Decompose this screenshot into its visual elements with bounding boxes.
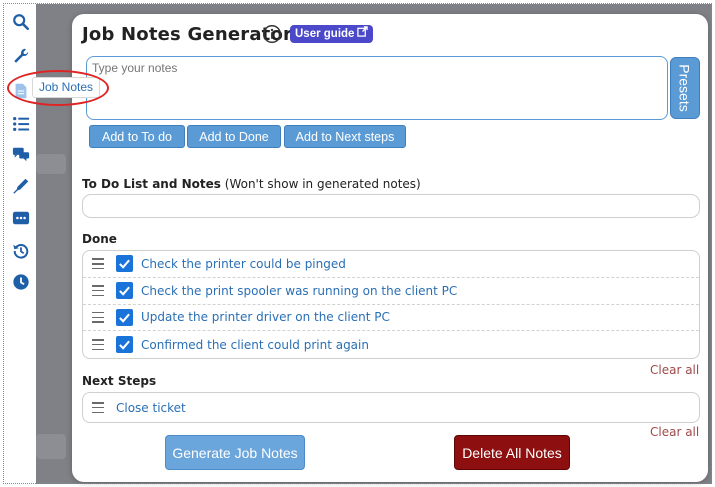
- more-icon[interactable]: [11, 208, 31, 228]
- notes-input[interactable]: [86, 56, 668, 120]
- checkbox-checked[interactable]: [116, 255, 133, 273]
- user-guide-button[interactable]: User guide: [290, 25, 374, 43]
- list-item[interactable]: Close ticket: [83, 393, 699, 422]
- add-to-next-steps-button[interactable]: Add to Next steps: [284, 125, 406, 148]
- presets-label: Presets: [677, 64, 693, 112]
- page-title: Job Notes Generator: [82, 24, 293, 45]
- todo-list[interactable]: [82, 194, 700, 218]
- clock-icon[interactable]: [11, 272, 31, 292]
- todo-label: To Do List and Notes: [82, 177, 221, 191]
- list-icon[interactable]: [11, 114, 31, 134]
- todo-hint: (Won't show in generated notes): [224, 177, 421, 191]
- info-icon[interactable]: [262, 24, 282, 44]
- background-panel: [36, 434, 66, 459]
- list-item[interactable]: Check the printer could be pinged: [83, 251, 699, 278]
- todo-section-label: To Do List and Notes (Won't show in gene…: [82, 177, 421, 191]
- drag-handle-icon[interactable]: [92, 258, 104, 270]
- add-to-todo-button[interactable]: Add to To do: [89, 125, 185, 148]
- list-item-text[interactable]: Check the print spooler was running on t…: [141, 284, 457, 298]
- user-guide-label: User guide: [295, 28, 355, 40]
- history-icon[interactable]: [11, 241, 31, 261]
- pen-icon[interactable]: [11, 176, 31, 196]
- clear-done-link[interactable]: Clear all: [650, 363, 699, 377]
- done-section-label: Done: [82, 232, 117, 246]
- done-label: Done: [82, 232, 117, 246]
- search-icon[interactable]: [11, 12, 31, 32]
- job-notes-modal: Job Notes Generator User guide Presets A…: [72, 14, 708, 482]
- highlight-annotation: [7, 70, 109, 106]
- chat-icon[interactable]: [11, 144, 31, 164]
- list-item-text[interactable]: Confirmed the client could print again: [141, 338, 369, 352]
- checkbox-checked[interactable]: [116, 336, 133, 354]
- next-steps-section-label: Next Steps: [82, 374, 156, 388]
- drag-handle-icon[interactable]: [92, 285, 104, 297]
- checkbox-checked[interactable]: [116, 282, 133, 300]
- wrench-icon[interactable]: [11, 46, 31, 66]
- clear-next-steps-link[interactable]: Clear all: [650, 425, 699, 439]
- next-steps-label: Next Steps: [82, 374, 157, 388]
- list-item-text[interactable]: Check the printer could be pinged: [141, 257, 346, 271]
- list-item[interactable]: Confirmed the client could print again: [83, 331, 699, 358]
- presets-button[interactable]: Presets: [670, 57, 700, 119]
- background-panel: [36, 154, 66, 174]
- checkbox-checked[interactable]: [116, 308, 133, 326]
- generate-job-notes-button[interactable]: Generate Job Notes: [165, 435, 305, 470]
- external-link-icon: [357, 25, 369, 43]
- list-item[interactable]: Check the print spooler was running on t…: [83, 278, 699, 305]
- drag-handle-icon[interactable]: [92, 311, 104, 323]
- next-steps-list: Close ticket: [82, 392, 700, 423]
- delete-all-notes-button[interactable]: Delete All Notes: [454, 435, 570, 470]
- list-item[interactable]: Update the printer driver on the client …: [83, 305, 699, 332]
- done-list: Check the printer could be pinged Check …: [82, 250, 700, 359]
- list-item-text[interactable]: Update the printer driver on the client …: [141, 310, 390, 324]
- drag-handle-icon[interactable]: [92, 339, 104, 351]
- drag-handle-icon[interactable]: [92, 402, 104, 413]
- add-to-done-button[interactable]: Add to Done: [187, 125, 281, 148]
- list-item-text[interactable]: Close ticket: [116, 401, 186, 415]
